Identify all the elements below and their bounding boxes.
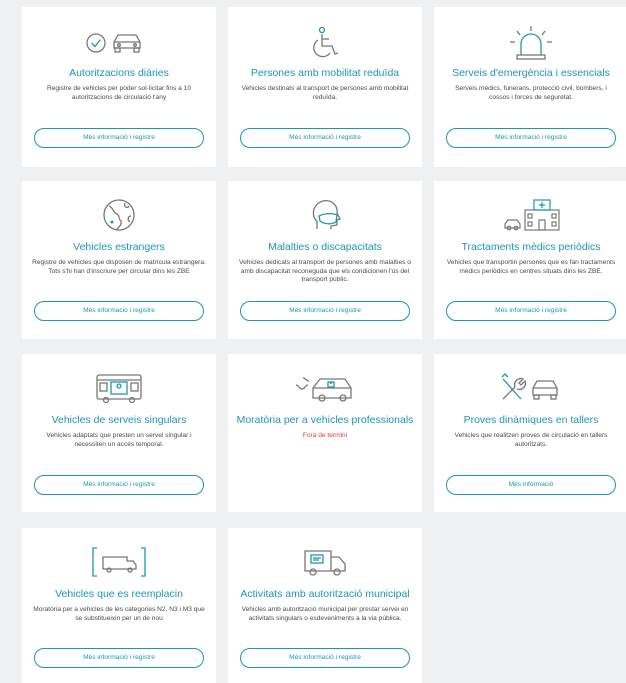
card-mobilitat-reduida: Persones amb mobilitat reduïda Vehicles … <box>228 7 422 167</box>
more-info-register-button[interactable]: Més informació i registre <box>34 301 204 321</box>
card-title: Proves dinàmiques en tallers <box>463 414 599 426</box>
card-autoritzacions-diaries: Autoritzacions diàries Registre de vehic… <box>22 7 216 167</box>
card-description: Vehicles adaptats que presten un servei … <box>46 432 192 448</box>
card-description: Registre de vehicles per poder sol·licit… <box>46 85 192 101</box>
more-info-register-button[interactable]: Més informació i registre <box>446 128 616 148</box>
card-moratoria-professionals: Moratòria per a vehicles professionals F… <box>228 354 422 512</box>
more-info-register-button[interactable]: Més informació i registre <box>34 475 204 495</box>
card-title: Activitats amb autorització municipal <box>240 588 410 600</box>
more-info-button[interactable]: Més informació <box>446 475 616 495</box>
card-description: Moratòria per a vehicles de les categori… <box>33 606 205 622</box>
card-title: Malalties o discapacitats <box>268 241 382 253</box>
card-title: Persones amb mobilitat reduïda <box>250 67 400 79</box>
card-description: Registre de vehicles que disposen de mat… <box>32 259 206 275</box>
municipal-van-icon <box>228 540 422 584</box>
hospital-car-icon <box>434 193 626 237</box>
emergency-siren-icon <box>434 21 626 65</box>
card-vehicles-estrangers: Vehicles estrangers Registre de vehicles… <box>22 181 216 339</box>
card-tractaments-medics: Tractaments mèdics periòdics Vehicles qu… <box>434 181 626 339</box>
check-car-icon <box>22 21 216 65</box>
card-serveis-singulars: Vehicles de serveis singulars Vehicles a… <box>22 354 216 512</box>
more-info-register-button[interactable]: Més informació i registre <box>34 648 204 668</box>
more-info-register-button[interactable]: Més informació i registre <box>240 301 410 321</box>
professional-van-icon <box>228 366 422 410</box>
more-info-register-button[interactable]: Més informació i registre <box>446 301 616 321</box>
card-title: Moratòria per a vehicles professionals <box>236 414 414 426</box>
card-proves-dinamiques: Proves dinàmiques en tallers Vehicles qu… <box>434 354 626 512</box>
more-info-register-button[interactable]: Més informació i registre <box>240 128 410 148</box>
special-bus-icon <box>22 366 216 410</box>
card-description: Vehicles destinats al transport de perso… <box>241 85 409 101</box>
card-vehicles-reemplacin: Vehicles que es reemplacin Moratòria per… <box>22 528 216 683</box>
card-title: Tractaments mèdics periòdics <box>461 241 601 253</box>
card-title: Vehicles estrangers <box>73 241 165 253</box>
wheelchair-icon <box>228 21 422 65</box>
card-description: Serveis mèdics, funeraris, protecció civ… <box>455 85 607 101</box>
card-description: Vehicles que realitzen proves de circula… <box>454 432 608 448</box>
more-info-register-button[interactable]: Més informació i registre <box>240 648 410 668</box>
more-info-register-button[interactable]: Més informació i registre <box>34 128 204 148</box>
card-title: Vehicles que es reemplacin <box>55 588 183 600</box>
card-serveis-emergencia: Serveis d'emergència i essencials Servei… <box>434 7 626 167</box>
card-autoritzacio-municipal: Activitats amb autorització municipal Ve… <box>228 528 422 683</box>
card-description: Vehicles que transportin persones que es… <box>446 259 616 275</box>
tools-car-icon <box>434 366 626 410</box>
card-title: Autoritzacions diàries <box>69 67 169 79</box>
masked-head-icon <box>228 193 422 237</box>
card-title: Vehicles de serveis singulars <box>51 414 187 426</box>
card-description: Vehicles dedicats al transport de person… <box>239 259 411 284</box>
framed-van-icon <box>22 540 216 584</box>
card-title: Serveis d'emergència i essencials <box>452 67 610 79</box>
globe-icon <box>22 193 216 237</box>
card-malalties-discapacitats: Malalties o discapacitats Vehicles dedic… <box>228 181 422 339</box>
status-deadline-expired: Fora de termini <box>302 432 348 439</box>
card-description: Vehicles amb autorització municipal per … <box>241 606 409 622</box>
